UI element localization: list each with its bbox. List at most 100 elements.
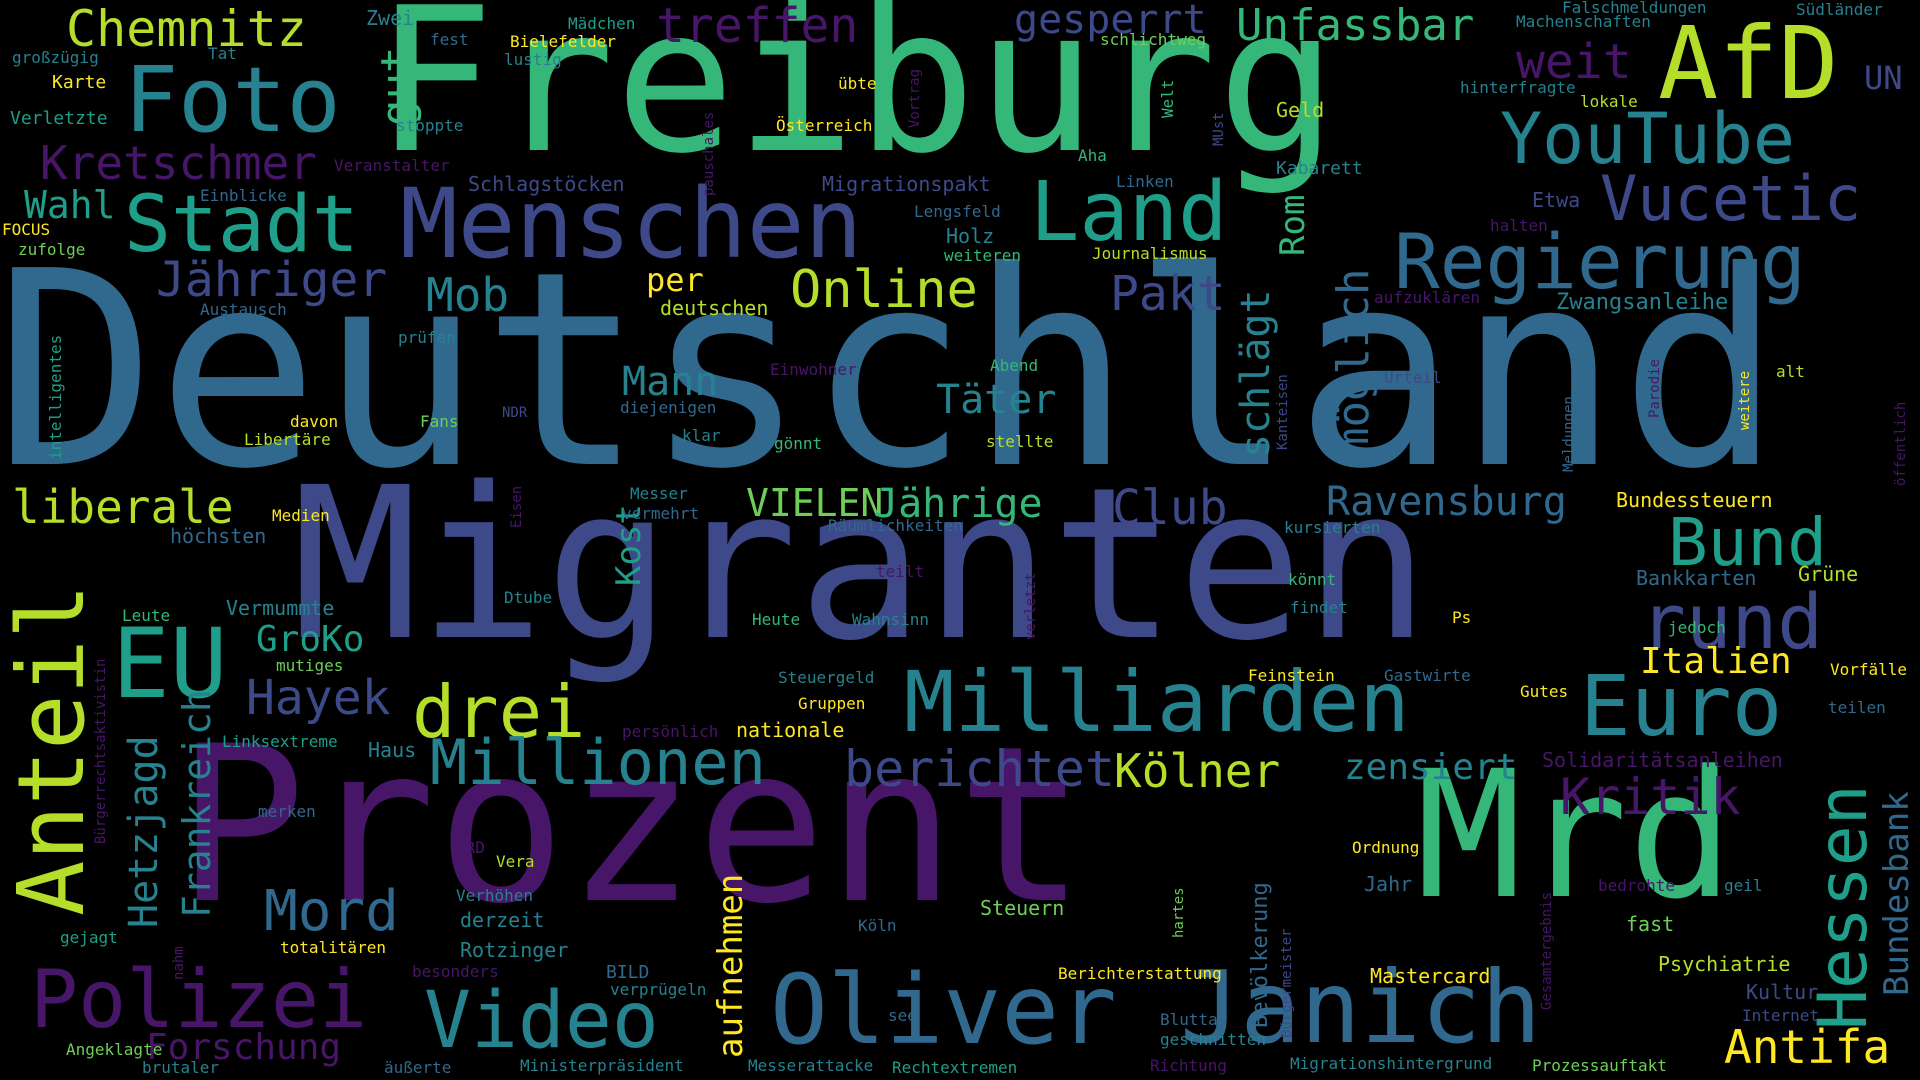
- word-hinterfragte: hinterfragte: [1460, 78, 1576, 97]
- word-eisen: Eisen: [509, 485, 525, 528]
- word-linksextreme: Linksextreme: [222, 732, 338, 751]
- word-italien: Italien: [1640, 641, 1792, 682]
- word-hartes: hartes: [1171, 887, 1187, 938]
- word-teilen: teilen: [1828, 698, 1886, 717]
- word-linken: Linken: [1116, 172, 1174, 191]
- word-parodie: Parodie: [1647, 358, 1663, 418]
- word-focus: FOCUS: [2, 220, 51, 239]
- word-oesterreich: Österreich: [776, 116, 873, 135]
- word-persoenlich: persönlich: [622, 722, 719, 741]
- word-mastercard: Mastercard: [1370, 964, 1491, 988]
- word-steuern: Steuern: [980, 896, 1065, 920]
- word-rechtextremen: Rechtextremen: [892, 1058, 1018, 1077]
- word-weitere: weitere: [1737, 370, 1753, 430]
- word-lustig: lustig: [504, 50, 562, 69]
- word-teilt: teilt: [876, 562, 925, 581]
- word-vortrag: Vortrag: [907, 68, 923, 128]
- word-libertaere: Libertäre: [244, 430, 331, 449]
- word-meldungen: Meldungen: [1561, 396, 1577, 472]
- word-aufzuklaeren: aufzuklären: [1374, 288, 1480, 307]
- word-merken: merken: [258, 802, 316, 821]
- word-ravensburg: Ravensburg: [1326, 479, 1567, 525]
- word-fast: fast: [1626, 912, 1675, 936]
- word-jaehriger: Jähriger: [156, 252, 388, 308]
- word-solidaritaetsanleihen: Solidaritätsanleihen: [1542, 748, 1783, 772]
- word-brutaler: brutaler: [142, 1058, 220, 1077]
- word-geld: Geld: [1276, 98, 1325, 122]
- word-bevoelkerung: Bevölkerung: [1248, 882, 1273, 1028]
- word-nahm: nahm: [171, 946, 187, 980]
- word-unfassbar: Unfassbar: [1236, 0, 1475, 51]
- word-berichterstattung: Berichterstattung: [1058, 964, 1222, 983]
- word-grosszuegig: großzügig: [12, 48, 99, 67]
- word-leute: Leute: [122, 606, 171, 625]
- word-derzeit: derzeit: [460, 908, 545, 932]
- word-angeklagte: Angeklagte: [66, 1040, 163, 1059]
- word-treffen: treffen: [656, 0, 859, 54]
- word-mob: Mob: [426, 268, 510, 322]
- word-zufolge: zufolge: [18, 240, 86, 259]
- word-suedlaender: Südländer: [1796, 0, 1883, 19]
- word-zensiert: zensiert: [1344, 747, 1518, 788]
- word-intelligentes: intelligentes: [46, 334, 65, 460]
- word-ps: Ps: [1452, 608, 1472, 627]
- word-journalismus: Journalismus: [1092, 244, 1208, 263]
- word-rotzinger: Rotzinger: [460, 938, 569, 962]
- word-einwohner: Einwohner: [770, 360, 857, 379]
- word-kritik: Kritik: [1560, 768, 1741, 826]
- word-ministerpraesident: Ministerpräsident: [520, 1056, 684, 1075]
- word-bundessteuern: Bundessteuern: [1616, 488, 1773, 512]
- word-koeln: Köln: [858, 916, 897, 935]
- word-urteil: Urteil: [1384, 368, 1442, 387]
- word-messerattacke: Messerattacke: [748, 1056, 874, 1075]
- word-prozessauftakt: Prozessauftakt: [1532, 1056, 1667, 1075]
- word-jedoch: jedoch: [1668, 618, 1726, 637]
- word-mann: Mann: [622, 359, 719, 405]
- word-holz: Holz: [946, 224, 995, 248]
- word-zwangsanleihe: Zwangsanleihe: [1556, 290, 1729, 315]
- word-vermehrt: vermehrt: [622, 504, 700, 523]
- word-per: per: [646, 261, 704, 299]
- word-bundesbank: Bundesbank: [1877, 791, 1917, 996]
- word-deutschen: deutschen: [660, 296, 769, 320]
- word-gut: gut: [372, 46, 423, 126]
- word-einblicke: Einblicke: [200, 186, 287, 205]
- word-pakt: Pakt: [1110, 266, 1226, 322]
- word-karte: Karte: [52, 72, 107, 93]
- word-weiteren: weiteren: [944, 246, 1022, 265]
- word-hayek: Hayek: [246, 670, 391, 726]
- word-halten: halten: [1490, 216, 1548, 235]
- word-diejenigen: diejenigen: [620, 398, 717, 417]
- word-messer: Messer: [630, 484, 688, 503]
- word-club: Club: [1112, 480, 1228, 536]
- word-gesamtergebnis: Gesamtergebnis: [1539, 891, 1555, 1010]
- word-antifa: Antifa: [1724, 1020, 1891, 1074]
- word-bankkarten: Bankkarten: [1636, 566, 1757, 590]
- word-dtube: Dtube: [504, 588, 553, 607]
- word-aufnehmen: aufnehmen: [711, 873, 751, 1058]
- word-must: MUst: [1211, 112, 1227, 146]
- word-bedrohte: bedrohte: [1598, 876, 1676, 895]
- word-gruene: Grüne: [1798, 562, 1859, 586]
- word-austausch: Austausch: [200, 300, 287, 319]
- word-veranstalter: Veranstalter: [334, 156, 450, 175]
- word-klar: klar: [682, 426, 721, 445]
- word-vorfaelle: Vorfälle: [1830, 660, 1908, 679]
- word-gutes: Gutes: [1520, 682, 1569, 701]
- word-rom: Rom: [1273, 194, 1313, 256]
- word-hetzjagd: Hetzjagd: [121, 735, 167, 928]
- word-kursierten: kursierten: [1284, 518, 1381, 537]
- word-bluttat: Bluttat: [1160, 1010, 1228, 1029]
- word-raeumlichkeiten: Räumlichkeiten: [828, 516, 963, 535]
- word-heute: Heute: [752, 610, 801, 629]
- word-chemnitz: Chemnitz: [66, 0, 307, 58]
- word-schlagstoecken: Schlagstöcken: [468, 172, 625, 196]
- word-pruefen: prüfen: [398, 328, 456, 347]
- word-migrationspakt: Migrationspakt: [822, 172, 991, 196]
- word-fans: Fans: [420, 412, 459, 431]
- word-cloud: Freiburg Deutschland Migranten Prozent M…: [0, 0, 1920, 1080]
- word-millionen: Millionen: [430, 726, 766, 799]
- word-hessen: Hessen: [1804, 784, 1883, 1030]
- word-see: see: [888, 1006, 917, 1025]
- word-aeusserte: äußerte: [384, 1058, 452, 1077]
